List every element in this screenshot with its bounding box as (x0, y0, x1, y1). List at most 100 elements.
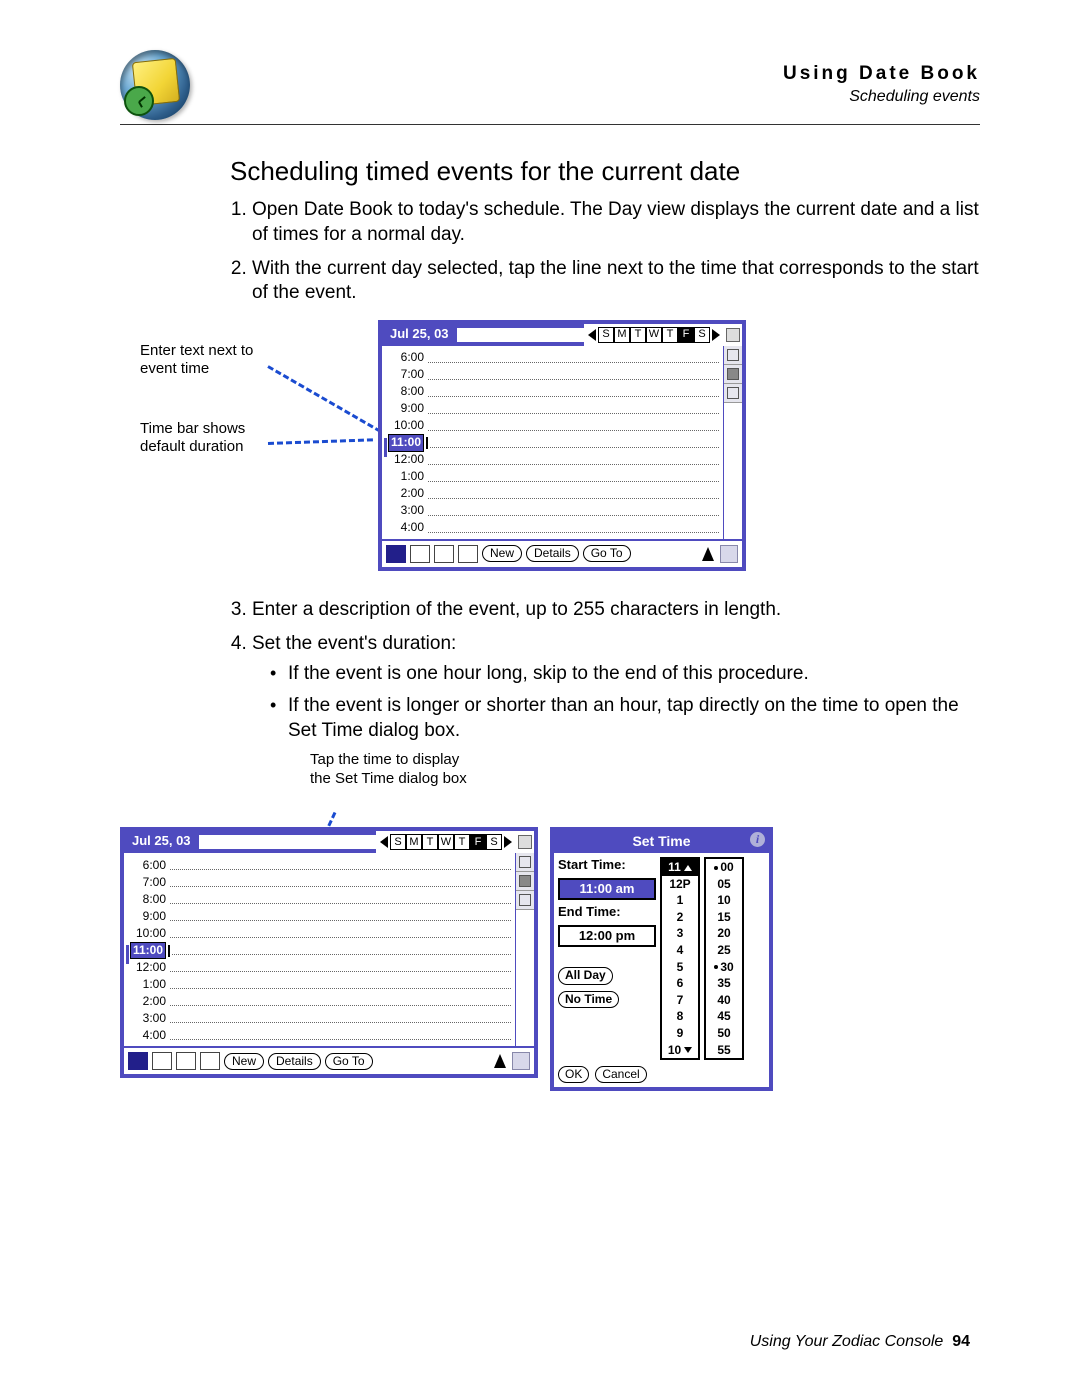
dow-cell[interactable]: M (406, 834, 422, 850)
info-icon[interactable]: i (750, 832, 765, 847)
time-row[interactable]: 2:00 (388, 486, 719, 503)
next-week-icon[interactable] (712, 329, 720, 341)
ok-button[interactable]: OK (558, 1066, 589, 1083)
view-week-icon[interactable] (152, 1052, 172, 1070)
view-week-icon[interactable] (410, 545, 430, 563)
minute-option[interactable]: 15 (706, 909, 742, 926)
hour-option[interactable]: 1 (662, 892, 698, 909)
time-row[interactable]: 7:00 (130, 874, 511, 891)
dow-cell[interactable]: W (438, 834, 454, 850)
goto-button[interactable]: Go To (583, 545, 631, 562)
end-time-value[interactable]: 12:00 pm (558, 925, 656, 948)
dow-cell[interactable]: S (694, 327, 710, 343)
minute-option[interactable]: 35 (706, 975, 742, 992)
time-row[interactable]: 1:00 (130, 976, 511, 993)
minute-option[interactable]: 30 (706, 959, 742, 976)
minute-option[interactable]: 40 (706, 992, 742, 1009)
no-time-button[interactable]: No Time (558, 991, 619, 1008)
time-row[interactable]: 6:00 (130, 857, 511, 874)
time-row[interactable]: 12:00 (130, 959, 511, 976)
day-of-week-picker[interactable]: SMTWTFS (376, 831, 516, 853)
dow-cell[interactable]: F (678, 327, 694, 343)
minute-option[interactable]: 50 (706, 1025, 742, 1042)
time-row[interactable]: 11:00 (130, 942, 511, 959)
day-of-week-picker[interactable]: SMTWTFS (584, 324, 724, 346)
scroll-up-icon[interactable] (494, 1054, 506, 1068)
hours-scroll-list[interactable]: 1112P12345678910 (660, 857, 700, 1060)
dow-cell[interactable]: W (646, 327, 662, 343)
scrollbar[interactable] (515, 853, 534, 1046)
time-row[interactable]: 4:00 (388, 520, 719, 537)
time-row[interactable]: 4:00 (130, 1027, 511, 1044)
all-day-button[interactable]: All Day (558, 967, 613, 984)
view-agenda-icon[interactable] (458, 545, 478, 563)
details-button[interactable]: Details (526, 545, 579, 562)
time-row[interactable]: 10:00 (130, 925, 511, 942)
time-row[interactable]: 1:00 (388, 469, 719, 486)
hour-option[interactable]: 5 (662, 959, 698, 976)
scrollbar[interactable] (723, 346, 742, 539)
time-row[interactable]: 9:00 (130, 908, 511, 925)
dow-cell[interactable]: T (630, 327, 646, 343)
new-button[interactable]: New (482, 545, 522, 562)
time-row[interactable]: 8:00 (130, 891, 511, 908)
view-agenda-icon[interactable] (200, 1052, 220, 1070)
step-1: Open Date Book to today's schedule. The … (252, 198, 980, 247)
hour-option[interactable]: 7 (662, 992, 698, 1009)
view-month-icon[interactable] (176, 1052, 196, 1070)
minute-option[interactable]: 00 (706, 859, 742, 876)
view-day-icon[interactable] (386, 545, 406, 563)
time-row[interactable]: 2:00 (130, 993, 511, 1010)
time-row[interactable]: 6:00 (388, 350, 719, 367)
time-row[interactable]: 8:00 (388, 384, 719, 401)
hour-option[interactable]: 10 (662, 1042, 698, 1059)
dow-cell[interactable]: S (390, 834, 406, 850)
dow-cell[interactable]: T (422, 834, 438, 850)
minute-option[interactable]: 20 (706, 925, 742, 942)
prev-week-icon[interactable] (588, 329, 596, 341)
corner-button[interactable] (516, 831, 534, 853)
hour-option[interactable]: 3 (662, 925, 698, 942)
time-row[interactable]: 12:00 (388, 452, 719, 469)
details-button[interactable]: Details (268, 1053, 321, 1070)
time-row[interactable]: 7:00 (388, 367, 719, 384)
hour-option[interactable]: 4 (662, 942, 698, 959)
minute-option[interactable]: 45 (706, 1008, 742, 1025)
next-week-icon[interactable] (504, 836, 512, 848)
scroll-up-icon[interactable] (702, 547, 714, 561)
time-list[interactable]: 6:007:008:009:0010:0011:0012:001:002:003… (124, 853, 515, 1046)
start-time-value[interactable]: 11:00 am (558, 878, 656, 901)
time-row[interactable]: 3:00 (130, 1010, 511, 1027)
hour-option[interactable]: 6 (662, 975, 698, 992)
dow-cell[interactable]: F (470, 834, 486, 850)
time-list[interactable]: 6:007:008:009:0010:0011:0012:001:002:003… (382, 346, 723, 539)
toolbar-end-icon[interactable] (720, 545, 738, 563)
new-button[interactable]: New (224, 1053, 264, 1070)
minute-option[interactable]: 05 (706, 876, 742, 893)
time-row[interactable]: 10:00 (388, 418, 719, 435)
hour-option[interactable]: 11 (662, 859, 698, 876)
hour-option[interactable]: 2 (662, 909, 698, 926)
hour-option[interactable]: 8 (662, 1008, 698, 1025)
minutes-scroll-list[interactable]: 000510152025303540455055 (704, 857, 744, 1060)
minute-option[interactable]: 55 (706, 1042, 742, 1059)
view-day-icon[interactable] (128, 1052, 148, 1070)
time-row[interactable]: 3:00 (388, 503, 719, 520)
view-month-icon[interactable] (434, 545, 454, 563)
goto-button[interactable]: Go To (325, 1053, 373, 1070)
minute-option[interactable]: 10 (706, 892, 742, 909)
cancel-button[interactable]: Cancel (595, 1066, 646, 1083)
dow-cell[interactable]: S (486, 834, 502, 850)
dow-cell[interactable]: T (454, 834, 470, 850)
hour-option[interactable]: 9 (662, 1025, 698, 1042)
time-row[interactable]: 11:00 (388, 435, 719, 452)
toolbar-end-icon[interactable] (512, 1052, 530, 1070)
dow-cell[interactable]: T (662, 327, 678, 343)
minute-option[interactable]: 25 (706, 942, 742, 959)
dow-cell[interactable]: M (614, 327, 630, 343)
prev-week-icon[interactable] (380, 836, 388, 848)
corner-button[interactable] (724, 324, 742, 346)
hour-option[interactable]: 12P (662, 876, 698, 893)
time-row[interactable]: 9:00 (388, 401, 719, 418)
dow-cell[interactable]: S (598, 327, 614, 343)
